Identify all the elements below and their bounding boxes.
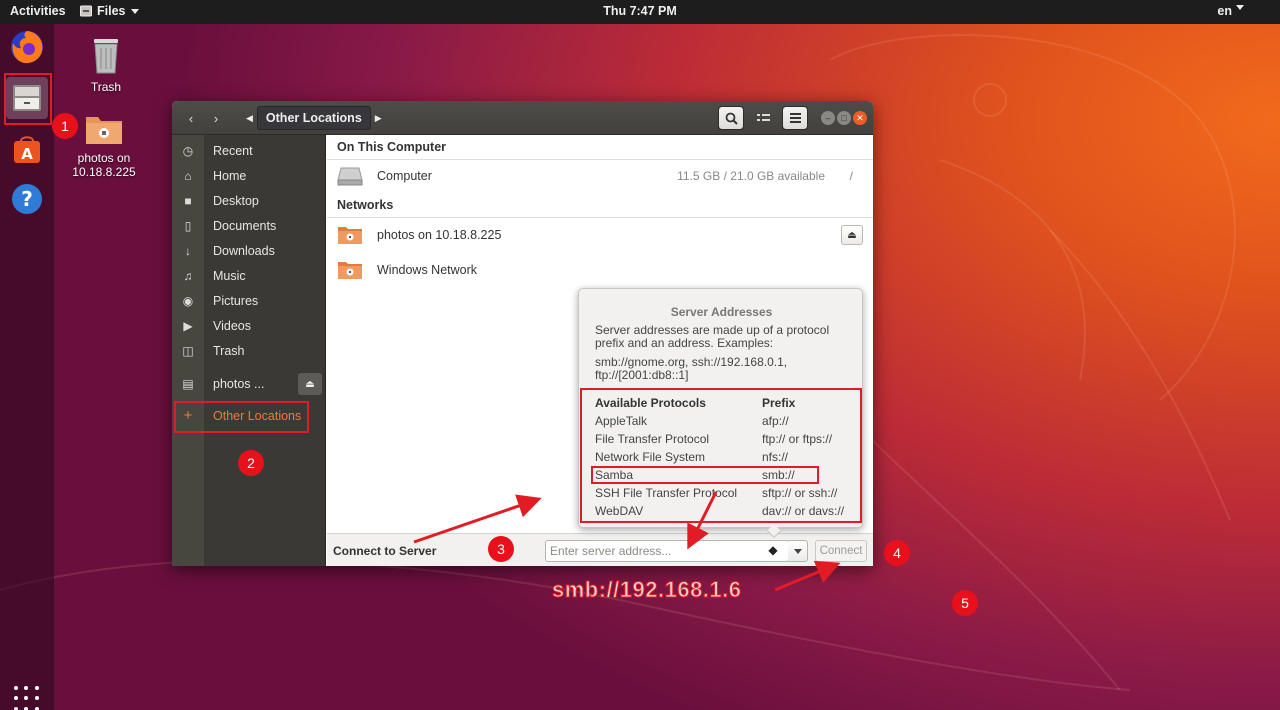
- arrow-to-address-input: [687, 491, 718, 550]
- arrow-to-connect-button: [774, 560, 841, 592]
- arrow-to-popover: [413, 494, 542, 544]
- annotation-arrows: [413, 491, 841, 592]
- annotation-server-address: smb://192.168.1.6: [552, 577, 742, 603]
